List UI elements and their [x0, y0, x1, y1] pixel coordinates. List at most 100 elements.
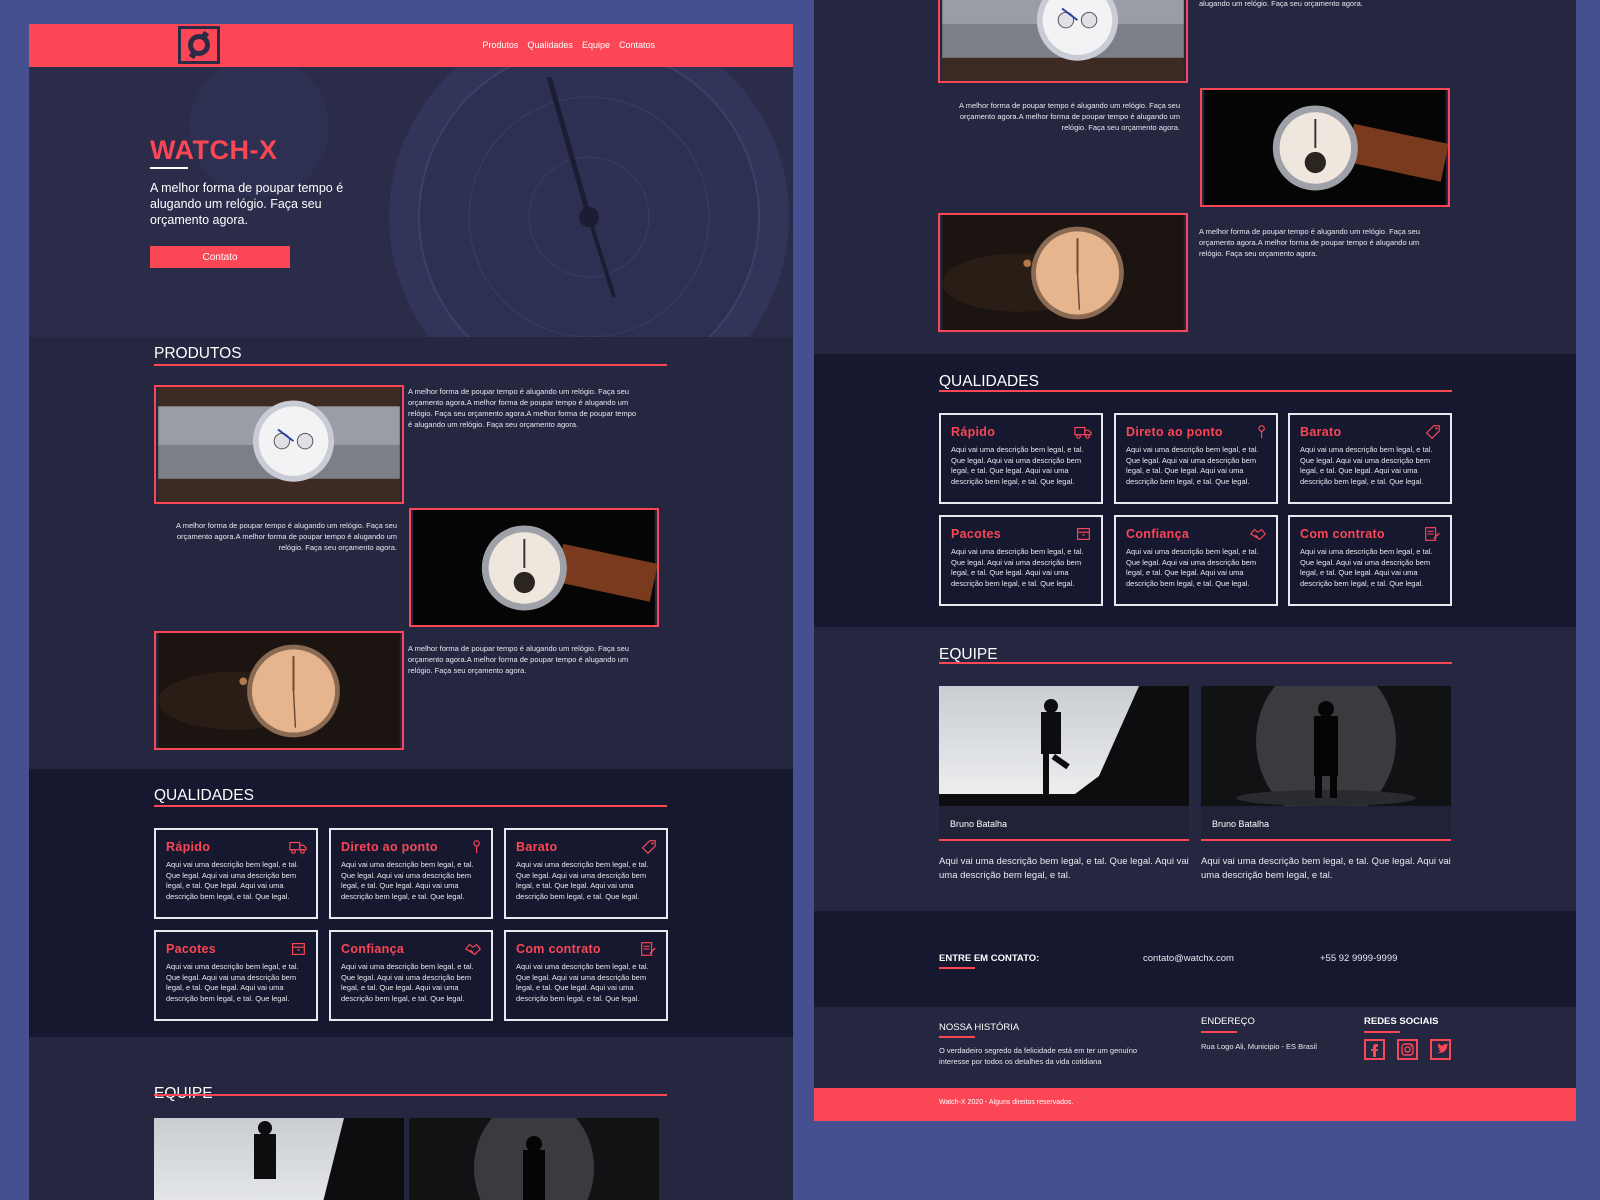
quality-card-direto: Direto ao ponto Aqui vai uma descrição b…: [329, 828, 493, 919]
copyright-bar: Watch-X 2020 - Alguns direitos reservado…: [814, 1088, 1576, 1121]
redes-title: REDES SOCIAIS: [1364, 1016, 1439, 1027]
quality-card-rapido: Rápido Aqui vai uma descrição bem legal,…: [154, 828, 318, 919]
quality-card-title: Confiança: [341, 942, 405, 956]
team-card-2: Bruno Batalha Aqui vai uma descrição bem…: [1201, 686, 1451, 882]
pin-icon: [1258, 425, 1265, 439]
team-member-desc: Aqui vai uma descrição bem legal, e tal.…: [939, 856, 1189, 881]
quality-card-contrato: Com contrato Aqui vai uma descrição bem …: [1288, 515, 1452, 606]
quality-card-title: Barato: [1300, 425, 1342, 439]
quality-card-title: Direto ao ponto: [341, 840, 438, 854]
team-card-1-partial: [154, 1118, 404, 1200]
quality-card-desc: Aqui vai uma descrição bem legal, e tal.…: [1126, 445, 1259, 486]
footer-section: NOSSA HISTÓRIA O verdadeiro segredo da f…: [814, 1007, 1576, 1087]
quality-card-title: Barato: [516, 840, 558, 854]
quality-card-desc: Aqui vai uma descrição bem legal, e tal.…: [516, 860, 649, 901]
endereco-text: Rua Logo Ali, Municipio - ES Brasil: [1201, 1042, 1317, 1051]
contact-email[interactable]: contato@watchx.com: [1143, 953, 1234, 964]
equipe-divider: [154, 1094, 667, 1096]
team-member-desc: Aqui vai uma descrição bem legal, e tal.…: [1201, 856, 1451, 881]
equipe-divider: [939, 662, 1452, 664]
quality-card-title: Pacotes: [951, 527, 1002, 541]
team-photo: [1201, 686, 1451, 806]
qualidades-title: QUALIDADES: [939, 373, 1039, 390]
quality-card-pacotes: Pacotes Aqui vai uma descrição bem legal…: [939, 515, 1103, 606]
endereco-title: ENDEREÇO: [1201, 1016, 1255, 1027]
team-photo: [409, 1118, 659, 1200]
team-photo: [939, 686, 1189, 806]
team-card-2-partial: [409, 1118, 659, 1200]
handshake-icon: [1249, 528, 1266, 541]
twitter-icon[interactable]: [1430, 1039, 1451, 1060]
quality-card-pacotes: Pacotes Aqui vai uma descrição bem legal…: [154, 930, 318, 1021]
contact-title-underline: [939, 967, 975, 969]
nav-links: Produtos Qualidades Equipe Contatos: [482, 40, 655, 50]
redes-underline: [1364, 1031, 1400, 1033]
product-image-1[interactable]: [154, 385, 404, 504]
facebook-icon[interactable]: [1364, 1039, 1385, 1060]
quality-card-desc: Aqui vai uma descrição bem legal, e tal.…: [516, 962, 649, 1003]
instagram-icon[interactable]: [1397, 1039, 1418, 1060]
team-photo: [154, 1118, 404, 1200]
quality-card-desc: Aqui vai uma descrição bem legal, e tal.…: [166, 860, 299, 901]
contact-phone[interactable]: +55 92 9999-9999: [1320, 953, 1397, 964]
produtos-title: PRODUTOS: [154, 345, 242, 362]
quality-card-desc: Aqui vai uma descrição bem legal, e tal.…: [1300, 547, 1433, 588]
watch-logo-icon[interactable]: [178, 26, 220, 64]
product-image-3[interactable]: [938, 213, 1188, 332]
quality-card-desc: Aqui vai uma descrição bem legal, e tal.…: [166, 962, 299, 1003]
qualidades-divider: [939, 390, 1452, 392]
historia-text: O verdadeiro segredo da felicidade está …: [939, 1046, 1138, 1066]
contact-title: ENTRE EM CONTATO:: [939, 953, 1040, 964]
qualidades-divider: [154, 805, 667, 807]
endereco-underline: [1201, 1031, 1237, 1033]
quality-card-title: Pacotes: [166, 942, 217, 956]
tag-icon: [1425, 425, 1440, 440]
team-member-name: Bruno Batalha: [1201, 806, 1451, 841]
quality-card-barato: Barato Aqui vai uma descrição bem legal,…: [1288, 413, 1452, 504]
historia-title: NOSSA HISTÓRIA: [939, 1022, 1020, 1033]
team-card-1: Bruno Batalha Aqui vai uma descrição bem…: [939, 686, 1189, 882]
page-preview-right: alugando um relógio. Faça seu orçamento …: [814, 0, 1576, 1121]
product-text-1-partial: alugando um relógio. Faça seu orçamento …: [1199, 0, 1363, 8]
quality-card-desc: Aqui vai uma descrição bem legal, e tal.…: [341, 962, 474, 1003]
truck-icon: [1074, 426, 1092, 439]
team-member-name: Bruno Batalha: [939, 806, 1189, 841]
quality-card-direto: Direto ao ponto Aqui vai uma descrição b…: [1114, 413, 1278, 504]
product-image-2[interactable]: [409, 508, 659, 627]
quality-card-desc: Aqui vai uma descrição bem legal, e tal.…: [951, 547, 1084, 588]
truck-icon: [289, 841, 307, 854]
quality-card-title: Confiança: [1126, 527, 1190, 541]
quality-card-desc: Aqui vai uma descrição bem legal, e tal.…: [341, 860, 474, 901]
product-image-2[interactable]: [1200, 88, 1450, 207]
quality-card-desc: Aqui vai uma descrição bem legal, e tal.…: [951, 445, 1084, 486]
quality-card-rapido: Rápido Aqui vai uma descrição bem legal,…: [939, 413, 1103, 504]
hero-watch-background: [189, 67, 789, 337]
contact-section: ENTRE EM CONTATO: contato@watchx.com +55…: [814, 911, 1576, 1007]
hero-title-underline: [150, 167, 188, 169]
quality-card-desc: Aqui vai uma descrição bem legal, e tal.…: [1300, 445, 1433, 486]
historia-underline: [939, 1036, 975, 1038]
hero-text: A melhor forma de poupar tempo é alugand…: [150, 181, 344, 227]
product-image-1-partial[interactable]: [938, 0, 1188, 83]
hero-section: WATCH-X A melhor forma de poupar tempo é…: [29, 67, 793, 337]
quality-card-title: Com contrato: [1300, 527, 1385, 541]
tag-icon: [641, 840, 656, 855]
quality-card-confianca: Confiança Aqui vai uma descrição bem leg…: [329, 930, 493, 1021]
nav-link-equipe[interactable]: Equipe: [582, 40, 610, 50]
contato-button[interactable]: Contato: [150, 246, 290, 268]
quality-card-barato: Barato Aqui vai uma descrição bem legal,…: [504, 828, 668, 919]
product-image-3[interactable]: [154, 631, 404, 750]
top-navbar: Produtos Qualidades Equipe Contatos: [29, 24, 793, 67]
nav-link-produtos[interactable]: Produtos: [482, 40, 518, 50]
product-text-2: A melhor forma de poupar tempo é alugand…: [176, 521, 397, 552]
product-text-3: A melhor forma de poupar tempo é alugand…: [408, 644, 629, 675]
package-icon: [1077, 528, 1090, 540]
quality-card-title: Rápido: [951, 425, 996, 439]
product-text-3: A melhor forma de poupar tempo é alugand…: [1199, 227, 1420, 258]
handshake-icon: [464, 943, 481, 956]
product-text-2: A melhor forma de poupar tempo é alugand…: [959, 101, 1180, 132]
produtos-divider: [154, 364, 667, 366]
nav-link-qualidades[interactable]: Qualidades: [527, 40, 573, 50]
quality-card-desc: Aqui vai uma descrição bem legal, e tal.…: [1126, 547, 1259, 588]
nav-link-contatos[interactable]: Contatos: [619, 40, 655, 50]
